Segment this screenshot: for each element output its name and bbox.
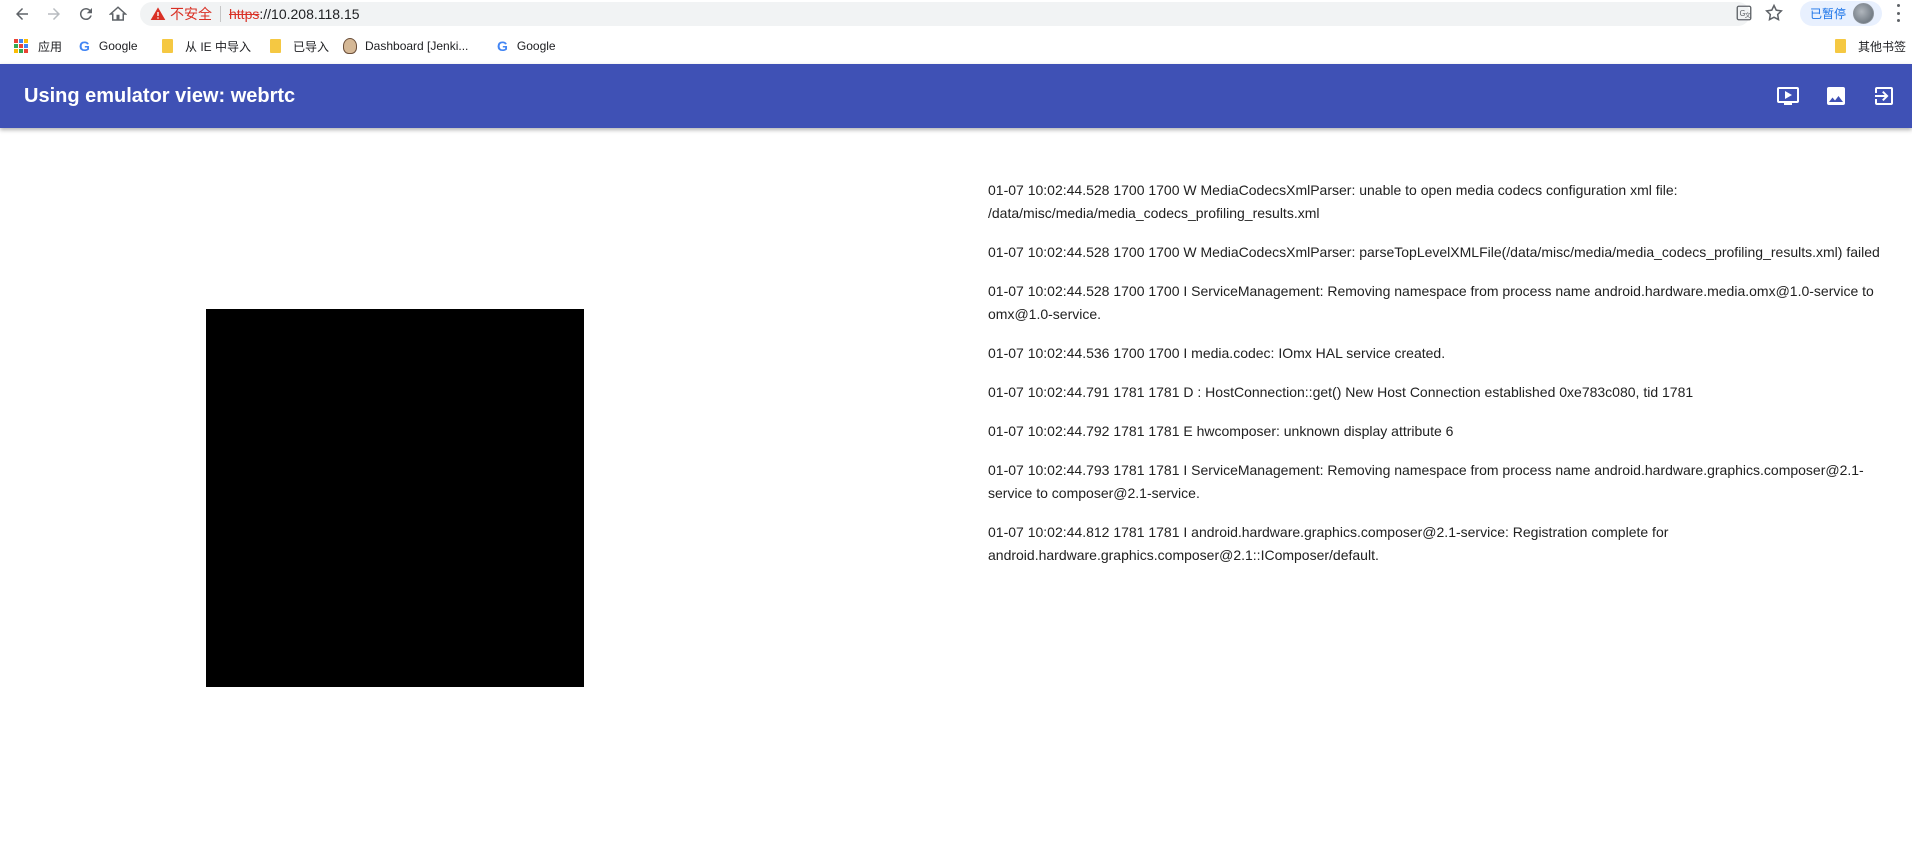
svg-text:文: 文 [1745,12,1751,20]
bookmark-item[interactable]: Dashboard [Jenki... [343,37,468,55]
other-bookmarks-folder[interactable]: 其他书签 [1835,37,1906,55]
bookmark-star-icon[interactable] [1764,3,1784,23]
url-host: ://10.208.118.15 [259,6,360,22]
arrow-left-icon [16,7,28,20]
bookmark-folder[interactable]: 从 IE 中导入 [162,37,251,55]
logcat-panel: 01-07 10:02:44.528 1700 1700 W MediaCode… [988,179,1888,583]
google-icon: G [79,38,90,54]
log-line: 01-07 10:02:44.528 1700 1700 W MediaCode… [988,244,1880,260]
apps-grid-icon [14,39,28,53]
home-icon [109,5,127,21]
folder-icon [162,39,173,53]
folder-icon [270,39,281,53]
other-bookmarks-label: 其他书签 [1858,39,1907,54]
apps-shortcut[interactable]: 应用 [14,37,62,55]
folder-icon [1835,39,1846,53]
log-line: 01-07 10:02:44.812 1781 1781 I android.h… [988,524,1669,563]
bookmark-label: Dashboard [Jenki... [365,39,469,53]
emulator-video-view[interactable] [206,309,584,687]
arrow-right-icon [48,7,60,20]
bookmark-label: 从 IE 中导入 [185,39,252,54]
security-label[interactable]: 不安全 [170,4,212,24]
bookmark-item[interactable]: G Google [79,37,138,55]
address-bar[interactable]: 不安全 https ://10.208.118.15 [140,2,1750,26]
back-button[interactable] [8,0,36,27]
bookmark-item[interactable]: G Google [497,37,556,55]
bookmark-folder[interactable]: 已导入 [270,37,329,55]
bookmark-label: 已导入 [293,39,330,54]
logout-icon[interactable] [1872,84,1896,108]
url-scheme: https [229,6,260,22]
log-line: 01-07 10:02:44.528 1700 1700 I ServiceMa… [988,283,1874,322]
screenshot-icon[interactable] [1824,84,1848,108]
apps-label: 应用 [38,39,63,54]
translate-icon[interactable]: G文 [1735,4,1753,22]
browser-menu-icon[interactable] [1895,4,1901,22]
separator [220,6,221,22]
app-bar: Using emulator view: webrtc [0,64,1912,128]
log-line: 01-07 10:02:44.791 1781 1781 D : HostCon… [988,384,1694,400]
reload-icon [79,7,92,20]
bookmarks-bar: 应用 G Google 从 IE 中导入 已导入 Dashboard [Jenk… [0,30,1912,63]
page-title: Using emulator view: webrtc [24,85,296,107]
paused-label: 已暂停 [1810,7,1847,21]
warning-icon[interactable] [150,6,166,22]
log-line: 01-07 10:02:44.793 1781 1781 I ServiceMa… [988,462,1864,501]
log-line: 01-07 10:02:44.536 1700 1700 I media.cod… [988,345,1446,361]
log-line: 01-07 10:02:44.528 1700 1700 W MediaCode… [988,182,1678,221]
jenkins-icon [343,38,357,54]
bookmark-label: Google [98,39,138,53]
profile-avatar[interactable] [1853,3,1874,24]
home-button[interactable] [104,0,132,27]
live-view-icon[interactable] [1776,84,1800,108]
forward-button[interactable] [40,0,68,27]
reload-button[interactable] [72,0,100,27]
google-icon: G [497,38,508,54]
bookmark-label: Google [516,39,556,53]
browser-toolbar: 不安全 https ://10.208.118.15 G文 已暂停 [0,0,1912,27]
log-line: 01-07 10:02:44.792 1781 1781 E hwcompose… [988,423,1454,439]
